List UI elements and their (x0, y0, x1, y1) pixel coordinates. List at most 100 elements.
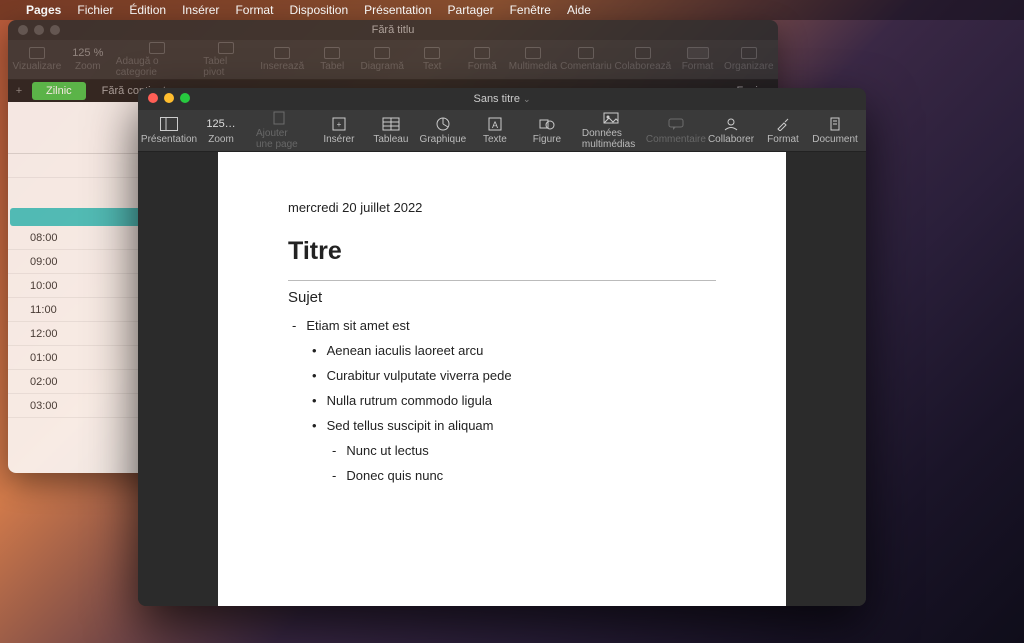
minimize-icon[interactable] (164, 93, 174, 103)
tb-table[interactable]: Tabel (310, 47, 354, 72)
collab-icon (635, 47, 651, 59)
tb-text-label: Text (423, 61, 441, 72)
add-page-icon (270, 111, 288, 125)
menu-edit[interactable]: Édition (129, 3, 166, 17)
tb-chart[interactable]: Diagramă (360, 47, 404, 72)
tbf-collab-label: Collaborer (708, 134, 754, 145)
app-menu[interactable]: Pages (26, 3, 61, 17)
sheet-tab-daily[interactable]: Zilnic (32, 82, 86, 100)
front-toolbar: Présentation 125… Zoom Ajouter une page … (138, 110, 866, 152)
tb-format[interactable]: Format (676, 47, 720, 72)
table-icon (382, 117, 400, 131)
chart-icon (374, 47, 390, 59)
tbf-comment-label: Commentaire (646, 134, 706, 145)
tbf-chart-label: Graphique (420, 134, 467, 145)
list-item[interactable]: Donec quis nunc (288, 468, 716, 483)
doc-date[interactable]: mercredi 20 juillet 2022 (288, 200, 716, 215)
tb-shape[interactable]: Formă (460, 47, 504, 72)
tb-table-label: Tabel (320, 61, 344, 72)
tbf-zoom[interactable]: 125… Zoom (196, 117, 246, 145)
list-item[interactable]: Curabitur vulputate viverra pede (288, 368, 716, 383)
list-item[interactable]: Nunc ut lectus (288, 443, 716, 458)
sidebar-icon (29, 47, 45, 59)
zoom-value: 125… (212, 117, 230, 131)
tbf-presentation[interactable]: Présentation (144, 117, 194, 145)
minimize-icon[interactable] (34, 25, 44, 35)
macos-menubar: Pages Fichier Édition Insérer Format Dis… (0, 0, 1024, 20)
tb-format-label: Format (682, 61, 714, 72)
doc-divider (288, 280, 716, 281)
tbf-shape[interactable]: Figure (522, 117, 572, 145)
zoom-window-icon[interactable] (180, 93, 190, 103)
comment-icon (667, 117, 685, 131)
tbf-table[interactable]: Tableau (366, 117, 416, 145)
media-icon (602, 111, 620, 125)
tb-zoom-label: Zoom (75, 61, 101, 72)
brush-icon (774, 117, 792, 131)
tbf-media-label: Données multimédias (582, 128, 640, 150)
tb-zoom[interactable]: 125 % Zoom (66, 47, 110, 72)
shape-icon (474, 47, 490, 59)
comment-icon (578, 47, 594, 59)
chevron-down-icon: ⌄ (523, 94, 531, 104)
pivot-icon (218, 42, 234, 54)
tbf-format[interactable]: Format (758, 117, 808, 145)
tb-add-category[interactable]: Adaugă o categorie (116, 42, 198, 78)
tb-pivot[interactable]: Tabel pivot (203, 42, 248, 78)
tb-collab-label: Colaborează (615, 61, 672, 72)
tbf-insert[interactable]: + Insérer (314, 117, 364, 145)
tb-view[interactable]: Vizualizare (14, 47, 60, 72)
foreground-window: Sans titre ⌄ Présentation 125… Zoom Ajout… (138, 88, 866, 606)
menu-help[interactable]: Aide (567, 3, 591, 17)
zoom-window-icon[interactable] (50, 25, 60, 35)
document-page[interactable]: mercredi 20 juillet 2022 Titre Sujet Eti… (218, 152, 786, 606)
menu-format[interactable]: Format (235, 3, 273, 17)
tb-addcat-label: Adaugă o categorie (116, 56, 198, 78)
tb-insert-label: Inserează (260, 61, 304, 72)
front-title-text: Sans titre (473, 93, 519, 105)
tbf-document-label: Document (812, 134, 858, 145)
tb-chart-label: Diagramă (361, 61, 404, 72)
front-traffic-lights (148, 93, 190, 103)
menu-arrange[interactable]: Disposition (289, 3, 348, 17)
tbf-media[interactable]: Données multimédias (574, 111, 648, 150)
svg-text:A: A (492, 120, 498, 130)
tbf-presentation-label: Présentation (141, 134, 197, 145)
tb-organize-label: Organizare (724, 61, 773, 72)
tb-zoom-value: 125 % (72, 47, 103, 59)
tb-text[interactable]: Text (410, 47, 454, 72)
front-window-title[interactable]: Sans titre ⌄ (473, 93, 530, 105)
close-icon[interactable] (148, 93, 158, 103)
list-item[interactable]: Nulla rutrum commodo ligula (288, 393, 716, 408)
tb-media[interactable]: Multimedia (510, 47, 555, 72)
add-sheet-button[interactable]: + (8, 80, 30, 102)
doc-subject[interactable]: Sujet (288, 289, 716, 306)
front-titlebar: Sans titre ⌄ (138, 88, 866, 110)
tbf-insert-label: Insérer (323, 134, 354, 145)
doc-title[interactable]: Titre (288, 237, 716, 266)
tbf-format-label: Format (767, 134, 799, 145)
tb-comment[interactable]: Comentariu (562, 47, 611, 72)
menu-share[interactable]: Partager (448, 3, 494, 17)
text-icon (424, 47, 440, 59)
tbf-document[interactable]: Document (810, 117, 860, 145)
menu-insert[interactable]: Insérer (182, 3, 219, 17)
tb-insert[interactable]: Inserează (260, 47, 304, 72)
media-icon (525, 47, 541, 59)
tbf-add-page: Ajouter une page (248, 111, 310, 150)
list-item[interactable]: Etiam sit amet est (288, 318, 716, 333)
tbf-text[interactable]: A Texte (470, 117, 520, 145)
menu-file[interactable]: Fichier (77, 3, 113, 17)
menu-view[interactable]: Présentation (364, 3, 431, 17)
list-item[interactable]: Aenean iaculis laoreet arcu (288, 343, 716, 358)
menu-window[interactable]: Fenêtre (510, 3, 551, 17)
close-icon[interactable] (18, 25, 28, 35)
tbf-collab[interactable]: Collaborer (706, 117, 756, 145)
tb-organize[interactable]: Organizare (726, 47, 772, 72)
list-item[interactable]: Sed tellus suscipit in aliquam (288, 418, 716, 433)
tb-collab[interactable]: Colaborează (616, 47, 669, 72)
tbf-chart[interactable]: Graphique (418, 117, 468, 145)
brush-icon (687, 47, 709, 59)
tbf-comment: Commentaire (650, 117, 702, 145)
document-canvas[interactable]: mercredi 20 juillet 2022 Titre Sujet Eti… (138, 152, 866, 606)
